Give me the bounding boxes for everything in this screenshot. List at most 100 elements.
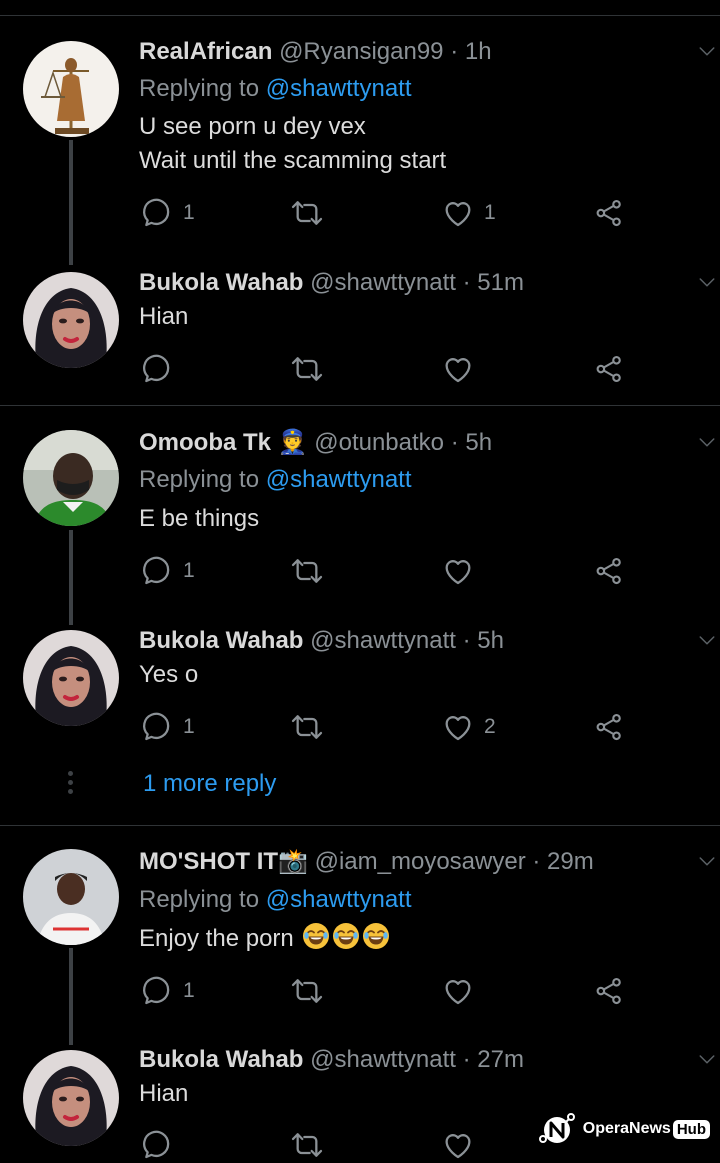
- mention-link[interactable]: @shawttynatt: [266, 75, 412, 102]
- reply-count: 1: [183, 559, 195, 582]
- chevron-down-icon[interactable]: [698, 1050, 716, 1068]
- like-button[interactable]: [442, 353, 474, 385]
- share-icon: [594, 712, 624, 742]
- timestamp[interactable]: 27m: [477, 1046, 524, 1073]
- replying-to: Replying to @shawttynatt: [139, 886, 412, 914]
- tweet-text: Hian: [139, 1077, 188, 1111]
- reply-icon: [141, 711, 173, 743]
- reply-button[interactable]: 1: [141, 975, 195, 1007]
- replying-prefix: Replying to: [139, 466, 260, 493]
- reply-button[interactable]: 1: [141, 711, 195, 743]
- timestamp[interactable]: 5h: [465, 429, 492, 456]
- tweet-header: Bukola Wahab @shawttynatt · 5h: [139, 627, 504, 655]
- like-icon: [442, 353, 474, 385]
- mention-link[interactable]: @shawttynatt: [266, 466, 412, 493]
- chevron-down-icon[interactable]: [698, 273, 716, 291]
- display-name[interactable]: Bukola Wahab: [139, 1046, 303, 1073]
- separator: ·: [462, 1046, 471, 1073]
- avatar[interactable]: [23, 849, 119, 945]
- chevron-down-icon[interactable]: [698, 42, 716, 60]
- timestamp[interactable]: 29m: [547, 848, 594, 875]
- tweet-actions: 1 2: [139, 711, 639, 743]
- share-button[interactable]: [594, 975, 624, 1007]
- handle[interactable]: @Ryansigan99: [279, 38, 443, 65]
- retweet-icon: [290, 197, 324, 229]
- thread-line: [69, 530, 73, 625]
- operanews-watermark: OperaNews Hub: [535, 1109, 710, 1149]
- like-count: 2: [484, 715, 496, 738]
- tweet-text-line: Hian: [139, 1080, 189, 1107]
- tweet-header: MO'SHOT IT📸 @iam_moyosawyer · 29m: [139, 848, 594, 876]
- like-icon: [442, 555, 474, 587]
- mention-link[interactable]: @shawttynatt: [266, 886, 412, 913]
- reply-icon: [141, 555, 173, 587]
- chevron-down-icon[interactable]: [698, 631, 716, 649]
- tweet-text-line: Wait until the scamming start: [139, 147, 447, 174]
- reply-button[interactable]: [141, 1129, 173, 1161]
- like-button[interactable]: 1: [442, 197, 496, 229]
- separator: ·: [462, 627, 471, 654]
- reply-count: 1: [183, 715, 195, 738]
- share-icon: [594, 198, 624, 228]
- handle[interactable]: @shawttynatt: [310, 269, 456, 296]
- display-name[interactable]: MO'SHOT IT📸: [139, 848, 308, 875]
- like-button[interactable]: [442, 1129, 474, 1161]
- avatar[interactable]: [23, 630, 119, 726]
- retweet-button[interactable]: [290, 555, 324, 587]
- avatar[interactable]: [23, 1050, 119, 1146]
- tweet-text: Enjoy the porn: [139, 922, 390, 956]
- display-name[interactable]: Omooba Tk 👮: [139, 429, 308, 456]
- avatar[interactable]: [23, 272, 119, 368]
- display-name[interactable]: RealAfrican: [139, 38, 272, 65]
- reply-button[interactable]: 1: [141, 197, 195, 229]
- share-button[interactable]: [594, 711, 624, 743]
- share-button[interactable]: [594, 353, 624, 385]
- handle[interactable]: @otunbatko: [314, 429, 444, 456]
- like-button[interactable]: 2: [442, 711, 496, 743]
- chevron-down-icon[interactable]: [698, 852, 716, 870]
- replying-to: Replying to @shawttynatt: [139, 466, 412, 494]
- separator: ·: [450, 38, 459, 65]
- more-replies-link[interactable]: 1 more reply: [143, 770, 276, 798]
- display-name[interactable]: Bukola Wahab: [139, 627, 303, 654]
- retweet-button[interactable]: [290, 975, 324, 1007]
- tweet-text: Yes o: [139, 658, 198, 692]
- separator: ·: [532, 848, 541, 875]
- retweet-button[interactable]: [290, 1129, 324, 1161]
- tweet-text-line: Hian: [139, 303, 189, 330]
- handle[interactable]: @shawttynatt: [310, 1046, 456, 1073]
- tweet-text: E be things: [139, 502, 259, 536]
- chevron-down-icon[interactable]: [698, 433, 716, 451]
- timestamp[interactable]: 1h: [465, 38, 492, 65]
- retweet-icon: [290, 353, 324, 385]
- share-button[interactable]: [594, 197, 624, 229]
- timestamp[interactable]: 51m: [477, 269, 524, 296]
- tweet-header: Bukola Wahab @shawttynatt · 27m: [139, 1046, 524, 1074]
- like-icon: [442, 711, 474, 743]
- replying-to: Replying to @shawttynatt: [139, 75, 412, 103]
- share-icon: [594, 556, 624, 586]
- laughing-emoji-icon: [302, 922, 330, 950]
- tweet-header: Omooba Tk 👮 @otunbatko · 5h: [139, 429, 492, 457]
- laughing-emoji-icon: [332, 922, 360, 950]
- watermark-brand: OperaNews: [582, 1120, 671, 1137]
- like-button[interactable]: [442, 975, 474, 1007]
- avatar[interactable]: [23, 430, 119, 526]
- tweet-actions: 1: [139, 975, 639, 1007]
- reply-button[interactable]: [141, 353, 183, 385]
- reply-icon: [141, 1129, 173, 1161]
- display-name[interactable]: Bukola Wahab: [139, 269, 303, 296]
- avatar[interactable]: [23, 41, 119, 137]
- reply-button[interactable]: 1: [141, 555, 195, 587]
- tweet-text-line: Enjoy the porn: [139, 925, 294, 952]
- like-button[interactable]: [442, 555, 474, 587]
- retweet-button[interactable]: [290, 197, 324, 229]
- retweet-button[interactable]: [290, 711, 324, 743]
- reply-count: 1: [183, 979, 195, 1002]
- retweet-button[interactable]: [290, 353, 324, 385]
- share-button[interactable]: [594, 555, 624, 587]
- handle[interactable]: @shawttynatt: [310, 627, 456, 654]
- handle[interactable]: @iam_moyosawyer: [315, 848, 526, 875]
- top-divider: [0, 15, 720, 16]
- timestamp[interactable]: 5h: [477, 627, 504, 654]
